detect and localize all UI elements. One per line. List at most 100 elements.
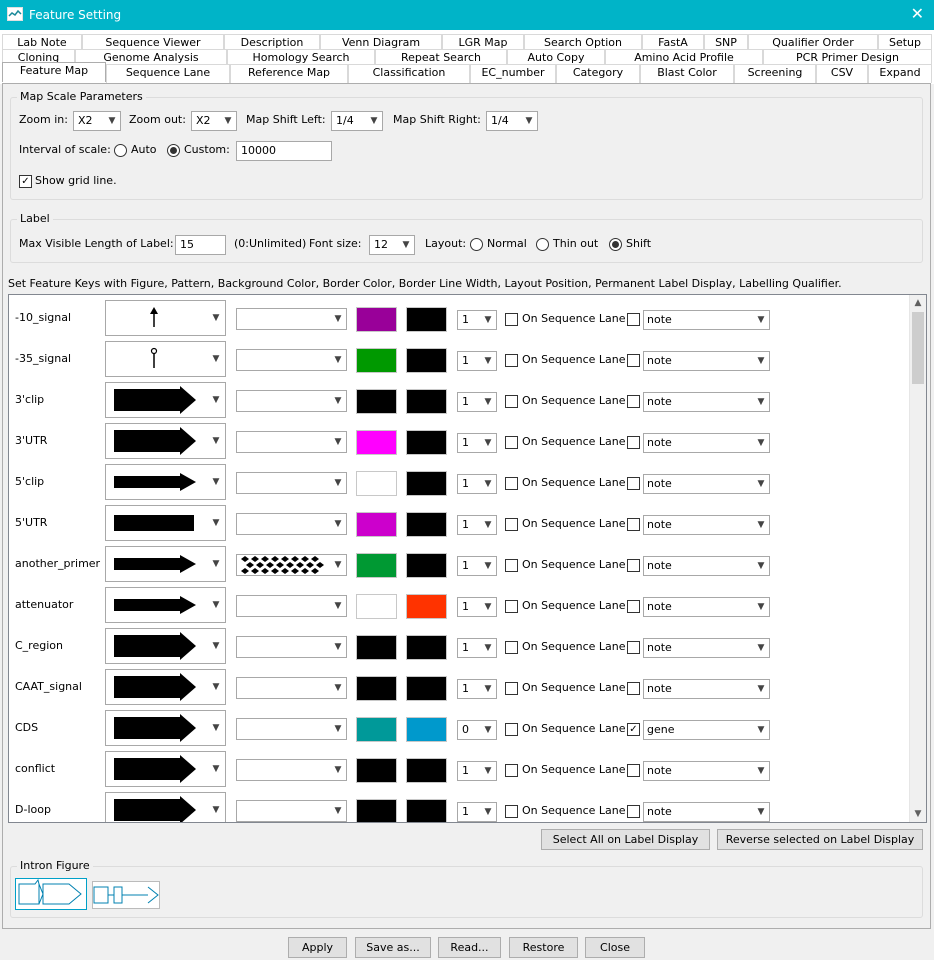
figure-select[interactable]: ▼	[105, 710, 226, 746]
border-color-swatch[interactable]	[406, 553, 447, 578]
figure-select[interactable]: ▼	[105, 751, 226, 787]
zoom-in-select[interactable]: X2 ▼	[73, 111, 121, 131]
background-color-swatch[interactable]	[356, 430, 397, 455]
border-color-swatch[interactable]	[406, 389, 447, 414]
border-width-select[interactable]: 1 ▼	[457, 474, 497, 494]
qualifier-select[interactable]: note ▼	[643, 556, 770, 576]
background-color-swatch[interactable]	[356, 758, 397, 783]
shift-right-select[interactable]: 1/4 ▼	[486, 111, 538, 131]
border-width-select[interactable]: 1 ▼	[457, 433, 497, 453]
tab-lgr-map[interactable]: LGR Map	[442, 34, 524, 50]
shift-left-select[interactable]: 1/4 ▼	[331, 111, 383, 131]
pattern-select[interactable]: ▼	[236, 677, 347, 699]
permanent-label-checkbox[interactable]	[627, 682, 640, 695]
layout-thin-radio[interactable]	[536, 238, 549, 251]
border-width-select[interactable]: 1 ▼	[457, 310, 497, 330]
qualifier-select[interactable]: note ▼	[643, 433, 770, 453]
qualifier-select[interactable]: note ▼	[643, 310, 770, 330]
tab-blast-color[interactable]: Blast Color	[640, 64, 734, 83]
permanent-label-checkbox[interactable]: ✓	[627, 723, 640, 736]
on-sequence-lane-checkbox[interactable]	[505, 436, 518, 449]
tab-description[interactable]: Description	[224, 34, 320, 50]
scroll-down-icon[interactable]: ▼	[910, 806, 926, 822]
pattern-select[interactable]: ▼	[236, 595, 347, 617]
permanent-label-checkbox[interactable]	[627, 518, 640, 531]
qualifier-select[interactable]: note ▼	[643, 351, 770, 371]
qualifier-select[interactable]: note ▼	[643, 392, 770, 412]
zoom-out-select[interactable]: X2 ▼	[191, 111, 237, 131]
pattern-select[interactable]: ▼	[236, 472, 347, 494]
permanent-label-checkbox[interactable]	[627, 436, 640, 449]
pattern-select[interactable]: ▼	[236, 718, 347, 740]
permanent-label-checkbox[interactable]	[627, 764, 640, 777]
tab-classification[interactable]: Classification	[348, 64, 470, 83]
qualifier-select[interactable]: note ▼	[643, 474, 770, 494]
tab-auto-copy[interactable]: Auto Copy	[507, 49, 605, 65]
interval-custom-input[interactable]: 10000	[236, 141, 332, 161]
background-color-swatch[interactable]	[356, 348, 397, 373]
border-width-select[interactable]: 1 ▼	[457, 679, 497, 699]
border-color-swatch[interactable]	[406, 799, 447, 822]
tab-pcr-primer-design[interactable]: PCR Primer Design	[763, 49, 932, 65]
on-sequence-lane-checkbox[interactable]	[505, 641, 518, 654]
border-color-swatch[interactable]	[406, 758, 447, 783]
scroll-up-icon[interactable]: ▲	[910, 295, 926, 311]
on-sequence-lane-checkbox[interactable]	[505, 477, 518, 490]
qualifier-select[interactable]: note ▼	[643, 638, 770, 658]
tab-sequence-viewer[interactable]: Sequence Viewer	[82, 34, 224, 50]
permanent-label-checkbox[interactable]	[627, 600, 640, 613]
background-color-swatch[interactable]	[356, 471, 397, 496]
permanent-label-checkbox[interactable]	[627, 395, 640, 408]
tab-ec-number[interactable]: EC_number	[470, 64, 556, 83]
permanent-label-checkbox[interactable]	[627, 805, 640, 818]
show-grid-checkbox[interactable]: ✓	[19, 175, 32, 188]
tab-csv[interactable]: CSV	[816, 64, 868, 83]
pattern-select[interactable]: ▼	[236, 800, 347, 822]
close-button[interactable]: Close	[585, 937, 645, 958]
qualifier-select[interactable]: note ▼	[643, 597, 770, 617]
tab-fasta[interactable]: FastA	[642, 34, 704, 50]
pattern-select[interactable]: ▼	[236, 554, 347, 576]
permanent-label-checkbox[interactable]	[627, 313, 640, 326]
on-sequence-lane-checkbox[interactable]	[505, 354, 518, 367]
tab-lab-note[interactable]: Lab Note	[2, 34, 82, 50]
border-width-select[interactable]: 1 ▼	[457, 761, 497, 781]
pattern-select[interactable]: ▼	[236, 390, 347, 412]
qualifier-select[interactable]: note ▼	[643, 679, 770, 699]
qualifier-select[interactable]: note ▼	[643, 515, 770, 535]
interval-auto-radio[interactable]	[114, 144, 127, 157]
layout-shift-radio[interactable]	[609, 238, 622, 251]
on-sequence-lane-checkbox[interactable]	[505, 682, 518, 695]
border-width-select[interactable]: 1 ▼	[457, 392, 497, 412]
background-color-swatch[interactable]	[356, 389, 397, 414]
tab-screening[interactable]: Screening	[734, 64, 816, 83]
on-sequence-lane-checkbox[interactable]	[505, 600, 518, 613]
save-as-button[interactable]: Save as...	[355, 937, 431, 958]
border-color-swatch[interactable]	[406, 430, 447, 455]
layout-normal-radio[interactable]	[470, 238, 483, 251]
border-width-select[interactable]: 1 ▼	[457, 802, 497, 822]
pattern-select[interactable]: ▼	[236, 308, 347, 330]
background-color-swatch[interactable]	[356, 307, 397, 332]
on-sequence-lane-checkbox[interactable]	[505, 805, 518, 818]
reverse-selection-button[interactable]: Reverse selected on Label Display	[717, 829, 923, 850]
scroll-thumb[interactable]	[912, 312, 924, 384]
feature-list[interactable]: -10_signal ▼ ▼ 1 ▼ On Sequence Lane note ▼…	[8, 294, 927, 823]
tab-expand[interactable]: Expand	[868, 64, 932, 83]
background-color-swatch[interactable]	[356, 635, 397, 660]
border-color-swatch[interactable]	[406, 594, 447, 619]
border-color-swatch[interactable]	[406, 676, 447, 701]
apply-button[interactable]: Apply	[288, 937, 347, 958]
qualifier-select[interactable]: gene ▼	[643, 720, 770, 740]
border-color-swatch[interactable]	[406, 512, 447, 537]
intron-figure-style-1-icon[interactable]	[15, 878, 87, 910]
figure-select[interactable]: ▼	[105, 505, 226, 541]
pattern-select[interactable]: ▼	[236, 349, 347, 371]
on-sequence-lane-checkbox[interactable]	[505, 764, 518, 777]
figure-select[interactable]: ▼	[105, 300, 226, 336]
permanent-label-checkbox[interactable]	[627, 559, 640, 572]
border-width-select[interactable]: 0 ▼	[457, 720, 497, 740]
permanent-label-checkbox[interactable]	[627, 477, 640, 490]
read-button[interactable]: Read...	[438, 937, 501, 958]
border-width-select[interactable]: 1 ▼	[457, 597, 497, 617]
